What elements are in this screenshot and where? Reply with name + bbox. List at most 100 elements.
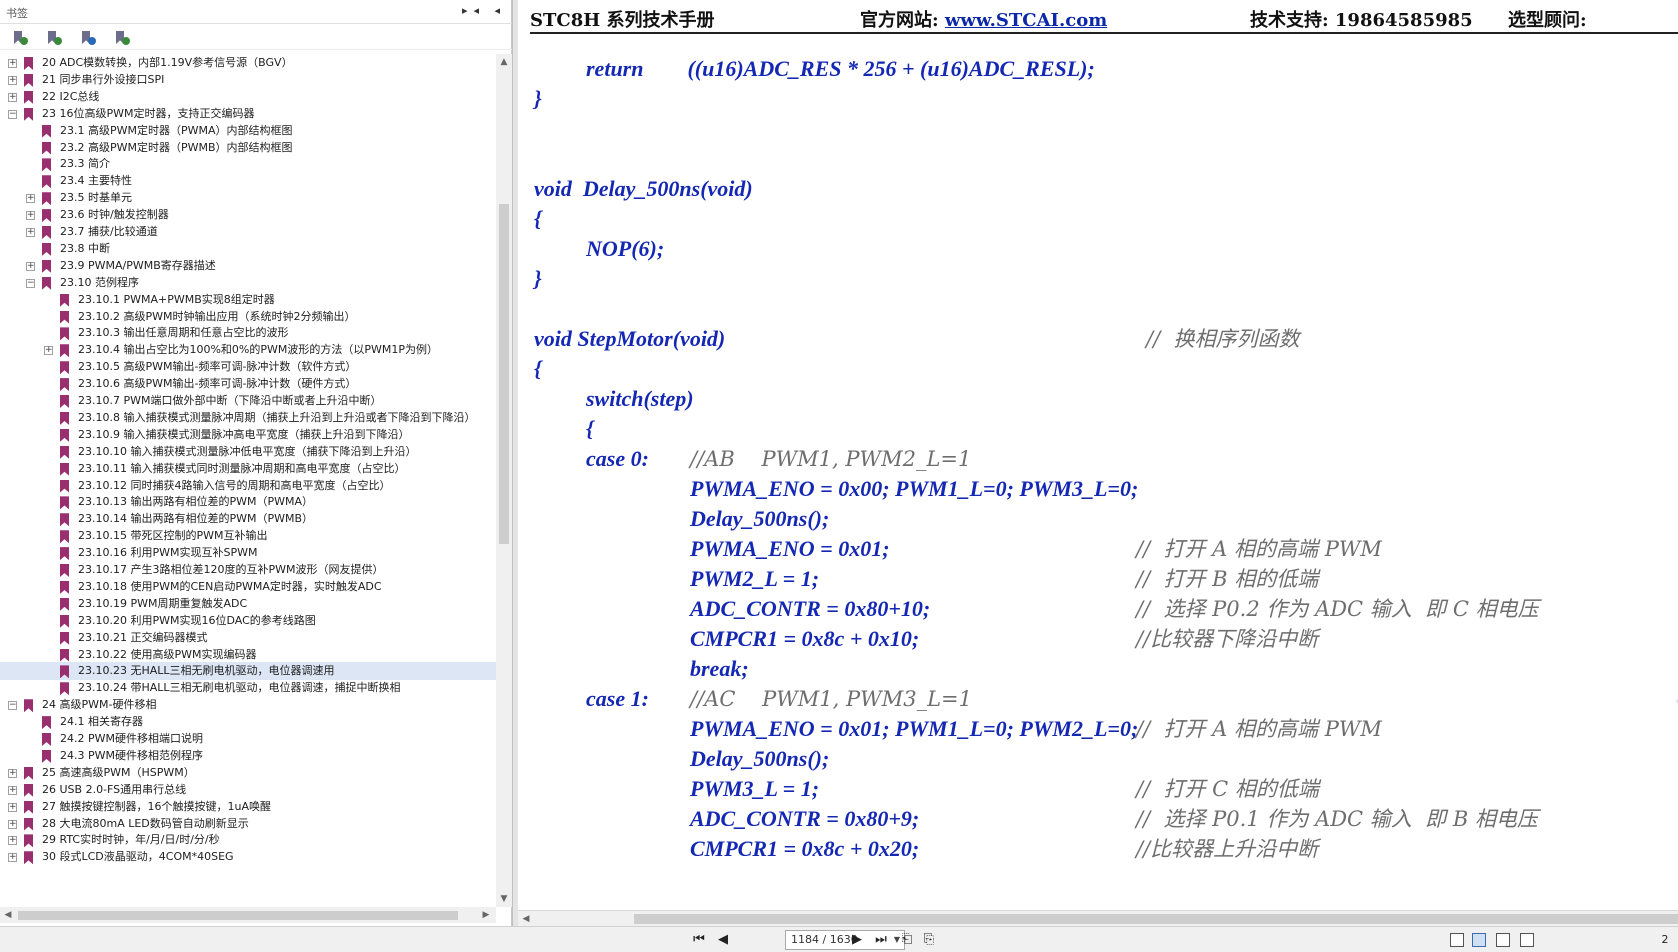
expand-icon[interactable]: + xyxy=(8,836,17,846)
bookmark-item[interactable]: +23.5 时基单元 xyxy=(0,189,496,207)
code-inline-comment: //AB PWM1, PWM2_L=1 xyxy=(690,447,972,471)
bookmark-item[interactable]: 24.2 PWM硬件移相端口说明 xyxy=(0,730,496,748)
expand-icon[interactable]: + xyxy=(26,261,35,271)
bookmark-item[interactable]: +27 触摸按键控制器，16个触摸按键，1uA唤醒 xyxy=(0,798,496,816)
next-page-icon[interactable]: ▶ xyxy=(848,931,866,949)
expand-icon[interactable]: + xyxy=(8,785,17,795)
site-link[interactable]: www.STCAI.com xyxy=(945,10,1107,31)
bookmark-item[interactable]: +22 I2C总线 xyxy=(0,88,496,106)
expand-icon[interactable]: + xyxy=(8,59,17,68)
collapse-icon[interactable]: − xyxy=(8,701,17,711)
bookmark-item[interactable]: 23.10.21 正交编码器模式 xyxy=(0,629,496,647)
scroll-down-icon[interactable]: ▼ xyxy=(496,891,512,907)
bookmark-item[interactable]: 24.1 相关寄存器 xyxy=(0,713,496,731)
expand-icon[interactable]: + xyxy=(26,211,35,221)
bookmark-scroll-thumb[interactable] xyxy=(499,204,509,544)
scroll-right-icon[interactable]: ▶ xyxy=(478,907,494,923)
bookmark-item[interactable]: 23.1 高级PWM定时器（PWMA）内部结构框图 xyxy=(0,122,496,140)
find-bookmark-icon[interactable] xyxy=(114,31,130,45)
expand-icon[interactable]: + xyxy=(8,768,17,778)
two-page-view-icon[interactable] xyxy=(1496,933,1510,947)
expand-icon[interactable]: + xyxy=(26,228,35,237)
last-page-icon[interactable]: ⏭ xyxy=(872,931,890,949)
bookmark-item[interactable]: 23.10.12 同时捕获4路输入信号的周期和高电平宽度（占空比） xyxy=(0,477,496,495)
bookmark-item[interactable]: 23.4 主要特性 xyxy=(0,172,496,190)
bookmark-item[interactable]: 23.10.14 输出两路有相位差的PWM（PWMB） xyxy=(0,510,496,528)
bookmark-item[interactable]: 23.10.20 利用PWM实现16位DAC的参考线路图 xyxy=(0,612,496,630)
continuous-view-icon[interactable] xyxy=(1472,933,1486,947)
manual-title: STC8H 系列技术手册 xyxy=(530,10,715,31)
bookmark-label: 20 ADC模数转换，内部1.19V参考信号源（BGV） xyxy=(42,56,293,69)
bookmark-hscroll-thumb[interactable] xyxy=(18,911,458,920)
bookmark-item[interactable]: − 23 16位高级PWM定时器，支持正交编码器 xyxy=(0,105,496,123)
bookmark-item[interactable]: 23.10.17 产生3路相位差120度的互补PWM波形（网友提供） xyxy=(0,561,496,579)
bookmark-item[interactable]: 23.8 中断 xyxy=(0,240,496,258)
bookmark-item[interactable]: 23.10.9 输入捕获模式测量脉冲高电平宽度（捕获上升沿到下降沿） xyxy=(0,426,496,444)
bookmark-item[interactable]: +21 同步串行外设接口SPI xyxy=(0,71,496,89)
bookmark-item[interactable]: +29 RTC实时时钟，年/月/日/时/分/秒 xyxy=(0,831,496,849)
expand-icon[interactable]: + xyxy=(8,92,17,102)
expand-icon[interactable]: + xyxy=(8,819,17,829)
bookmark-item[interactable]: 23.10.13 输出两路有相位差的PWM（PWMA） xyxy=(0,493,496,511)
bookmark-icon xyxy=(60,547,69,561)
bookmark-item[interactable]: 23.10.7 PWM端口做外部中断（下降沿中断或者上升沿中断） xyxy=(0,392,496,410)
bookmark-item[interactable]: 23.10.15 带死区控制的PWM互补输出 xyxy=(0,527,496,545)
bookmark-item[interactable]: 23.10.19 PWM周期重复触发ADC xyxy=(0,595,496,613)
bookmark-item[interactable]: 23.10.5 高级PWM输出-频率可调-脉冲计数（软件方式） xyxy=(0,358,496,376)
bookmark-item-selected[interactable]: 23.10.23 无HALL三相无刷电机驱动，电位器调速用 xyxy=(0,662,496,681)
document-scroll-thumb[interactable] xyxy=(634,914,1678,924)
new-bookmark-icon[interactable] xyxy=(46,31,62,45)
collapse-icon[interactable]: − xyxy=(26,278,35,288)
bookmark-item[interactable]: +23.9 PWMA/PWMB寄存器描述 xyxy=(0,257,496,275)
bookmark-options-icon[interactable] xyxy=(12,31,28,45)
expand-icon[interactable]: + xyxy=(8,75,17,85)
bookmark-item[interactable]: +23.6 时钟/触发控制器 xyxy=(0,206,496,224)
bookmark-item[interactable]: +30 段式LCD液晶驱动，4COM*40SEG xyxy=(0,848,496,866)
bookmark-item[interactable]: 23.3 简介 xyxy=(0,155,496,173)
bookmark-item[interactable]: 23.10.10 输入捕获模式测量脉冲低电平宽度（捕获下降沿到上升沿） xyxy=(0,443,496,461)
bookmark-item[interactable]: 23.10.18 使用PWM的CEN启动PWMA定时器，实时触发ADC xyxy=(0,578,496,596)
bookmark-item[interactable]: 23.10.6 高级PWM输出-频率可调-脉冲计数（硬件方式） xyxy=(0,375,496,393)
expand-icon[interactable]: + xyxy=(8,853,17,863)
bookmark-item[interactable]: 23.2 高级PWM定时器（PWMB）内部结构框图 xyxy=(0,139,496,157)
bookmark-item[interactable]: 23.10.11 输入捕获模式同时测量脉冲周期和高电平宽度（占空比） xyxy=(0,460,496,478)
go-forward-view-icon[interactable]: ⎘ xyxy=(920,931,938,949)
bookmark-item[interactable]: 24.3 PWM硬件移相范例程序 xyxy=(0,747,496,765)
bookmark-item[interactable]: 23.10.8 输入捕获模式测量脉冲周期（捕获上升沿到上升沿或者下降沿到下降沿） xyxy=(0,409,496,427)
bookmark-item[interactable]: 23.10.1 PWMA+PWMB实现8组定时器 xyxy=(0,291,496,309)
expand-icon[interactable]: + xyxy=(26,194,35,204)
panel-collapse-button[interactable]: ▸◂ ◂ xyxy=(462,4,506,17)
expand-icon[interactable]: + xyxy=(44,346,53,356)
expand-bookmark-icon[interactable] xyxy=(80,31,96,45)
bookmark-item[interactable]: 23.10.2 高级PWM时钟输出应用（系统时钟2分频输出） xyxy=(0,308,496,326)
bookmark-item[interactable]: − 24 高级PWM-硬件移相 xyxy=(0,696,496,714)
first-page-icon[interactable]: ⏮ xyxy=(690,931,708,949)
bookmark-item[interactable]: 23.10.24 带HALL三相无刷电机驱动，电位器调速，捕捉中断换相 xyxy=(0,679,496,697)
bookmark-icon xyxy=(24,73,33,87)
code-line: return ((u16)ADC_RES * 256 + (u16)ADC_RE… xyxy=(586,56,1095,81)
bookmark-horizontal-scrollbar[interactable]: ◀ ▶ xyxy=(0,907,496,923)
bookmark-item[interactable]: +26 USB 2.0-FS通用串行总线 xyxy=(0,781,496,799)
continuous-two-page-view-icon[interactable] xyxy=(1520,933,1534,947)
expand-icon[interactable]: + xyxy=(8,802,17,812)
go-back-view-icon[interactable]: ⎗ xyxy=(898,931,916,949)
previous-page-icon[interactable]: ◀ xyxy=(714,931,732,949)
document-horizontal-scrollbar[interactable]: ◀ xyxy=(518,910,1678,926)
bookmark-label: 30 段式LCD液晶驱动，4COM*40SEG xyxy=(42,850,234,864)
bookmark-item[interactable]: 23.10.3 输出任意周期和任意占空比的波形 xyxy=(0,324,496,342)
bookmark-item[interactable]: 23.10.16 利用PWM实现互补SPWM xyxy=(0,544,496,562)
bookmark-icon xyxy=(60,395,69,408)
scroll-left-icon[interactable]: ◀ xyxy=(0,907,16,923)
bookmark-item[interactable]: − 23.10 范例程序 xyxy=(0,274,496,292)
single-page-view-icon[interactable] xyxy=(1450,933,1464,947)
bookmark-item[interactable]: +23.10.4 输出占空比为100%和0%的PWM波形的方法（以PWM1P为例… xyxy=(0,341,496,359)
bookmark-item[interactable]: +28 大电流80mA LED数码管自动刷新显示 xyxy=(0,815,496,833)
bookmark-item[interactable]: 23.10.22 使用高级PWM实现编码器 xyxy=(0,646,496,664)
bookmark-item[interactable]: +25 高速高级PWM（HSPWM） xyxy=(0,764,496,782)
bookmark-vertical-scrollbar[interactable]: ▲ ▼ xyxy=(496,54,512,907)
bookmark-item[interactable]: +20 ADC模数转换，内部1.19V参考信号源（BGV） xyxy=(0,54,496,72)
bookmark-item[interactable]: +23.7 捕获/比较通道 xyxy=(0,223,496,241)
scroll-up-icon[interactable]: ▲ xyxy=(496,54,512,70)
collapse-icon[interactable]: − xyxy=(8,109,17,119)
doc-scroll-left-icon[interactable]: ◀ xyxy=(518,911,534,927)
